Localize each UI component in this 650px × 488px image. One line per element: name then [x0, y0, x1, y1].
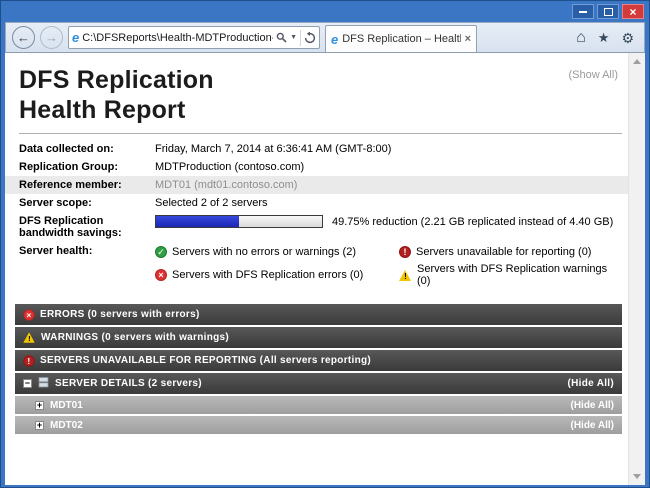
unavailable-icon: ! — [399, 246, 411, 258]
minimize-icon — [579, 11, 587, 13]
section-title: ERRORS (0 servers with errors) — [40, 309, 200, 320]
page-title: DFS ReplicationHealth Report — [19, 65, 618, 125]
address-bar[interactable]: e C:\DFSReports\Health-MDTProduction-07M… — [68, 26, 320, 49]
tab-close-button[interactable]: × — [465, 33, 471, 45]
field-row-replication-group: Replication Group: MDTProduction (contos… — [5, 158, 628, 176]
bandwidth-fill — [156, 216, 239, 227]
address-url[interactable]: C:\DFSReports\Health-MDTProduction-07M — [82, 32, 273, 44]
close-button[interactable]: × — [622, 4, 644, 19]
header-divider — [19, 133, 622, 134]
expand-icon[interactable]: + — [35, 401, 44, 410]
health-item-unavailable: ! Servers unavailable for reporting (0) — [399, 246, 622, 258]
collapse-icon[interactable]: − — [23, 379, 32, 388]
field-label: Replication Group: — [5, 161, 155, 173]
refresh-icon[interactable] — [304, 32, 316, 44]
section-title: SERVER DETAILS (2 servers) — [55, 378, 202, 389]
browser-window: × ← → e C:\DFSReports\Health-MDTProducti… — [0, 0, 650, 488]
maximize-button[interactable] — [597, 4, 619, 19]
field-value: Selected 2 of 2 servers — [155, 197, 628, 209]
health-text: Servers with DFS Replication errors (0) — [172, 269, 363, 281]
report-sections: × ERRORS (0 servers with errors) ! WARNI… — [15, 304, 622, 434]
field-row-bandwidth: DFS Replication bandwidth savings: 49.75… — [5, 212, 628, 242]
expand-icon[interactable]: + — [35, 421, 44, 430]
field-row-reference-member: Reference member: MDT01 (mdt01.contoso.c… — [5, 176, 628, 194]
field-row-server-health: Server health: ✓ Servers with no errors … — [5, 242, 628, 290]
section-title: WARNINGS (0 servers with warnings) — [41, 332, 229, 343]
hide-all-link[interactable]: (Hide All) — [570, 420, 614, 431]
report-header: DFS ReplicationHealth Report (Show All) — [5, 53, 628, 125]
health-text: Servers with no errors or warnings (2) — [172, 246, 356, 258]
hide-all-link[interactable]: (Hide All) — [567, 378, 614, 389]
field-label: Reference member: — [5, 179, 155, 191]
health-grid: ✓ Servers with no errors or warnings (2)… — [155, 245, 628, 287]
navigation-bar: ← → e C:\DFSReports\Health-MDTProduction… — [5, 22, 645, 53]
error-icon: × — [155, 269, 167, 281]
scroll-up-button[interactable] — [633, 53, 641, 70]
server-name: MDT01 — [50, 400, 83, 411]
minimize-button[interactable] — [572, 4, 594, 19]
back-button[interactable]: ← — [12, 26, 35, 49]
health-text: Servers unavailable for reporting (0) — [416, 246, 591, 258]
back-icon: ← — [17, 30, 30, 45]
tab-favicon: e — [331, 33, 338, 46]
field-label: DFS Replication bandwidth savings: — [5, 215, 155, 239]
favorites-button[interactable]: ★ — [598, 31, 610, 44]
bandwidth-text: 49.75% reduction (2.21 GB replicated ins… — [332, 216, 613, 228]
browser-tab[interactable]: e DFS Replication – Health Re... × — [325, 25, 477, 52]
warning-icon: ! — [399, 270, 412, 281]
field-row-server-scope: Server scope: Selected 2 of 2 servers — [5, 194, 628, 212]
scroll-down-icon — [633, 474, 641, 479]
hide-all-link[interactable]: (Hide All) — [570, 400, 614, 411]
field-value: MDT01 (mdt01.contoso.com) — [155, 179, 628, 191]
field-row-data-collected: Data collected on: Friday, March 7, 2014… — [5, 140, 628, 158]
section-bar-unavailable[interactable]: ! SERVERS UNAVAILABLE FOR REPORTING (All… — [15, 350, 622, 371]
scroll-up-icon — [633, 59, 641, 64]
close-icon: × — [629, 6, 636, 18]
server-icon — [38, 377, 49, 391]
page-icon: e — [72, 31, 79, 44]
field-label: Server scope: — [5, 197, 155, 209]
ok-icon: ✓ — [155, 246, 167, 258]
titlebar[interactable]: × — [5, 1, 645, 22]
address-dropdown-icon[interactable]: ▼ — [290, 34, 297, 41]
warning-icon: ! — [23, 332, 35, 342]
field-value: Friday, March 7, 2014 at 6:36:41 AM (GMT… — [155, 143, 628, 155]
server-row-mdt01[interactable]: + MDT01 (Hide All) — [15, 396, 622, 414]
forward-icon: → — [45, 30, 58, 45]
server-name: MDT02 — [50, 420, 83, 431]
server-row-mdt02[interactable]: + MDT02 (Hide All) — [15, 416, 622, 434]
tab-title: DFS Replication – Health Re... — [342, 33, 460, 45]
scroll-down-button[interactable] — [633, 468, 641, 485]
error-icon: × — [23, 309, 34, 320]
bandwidth-bar — [155, 215, 323, 228]
section-bar-server-details[interactable]: − SERVER DETAILS (2 servers) (Hide All) — [15, 373, 622, 394]
forward-button[interactable]: → — [40, 26, 63, 49]
tools-button[interactable]: ⚙ — [621, 31, 634, 45]
address-separator — [300, 30, 301, 46]
show-all-link[interactable]: (Show All) — [568, 69, 618, 81]
page-content: DFS ReplicationHealth Report (Show All) … — [5, 53, 645, 485]
home-button[interactable]: ⌂ — [576, 30, 586, 46]
field-value: MDTProduction (contoso.com) — [155, 161, 628, 173]
bandwidth-value: 49.75% reduction (2.21 GB replicated ins… — [155, 215, 628, 228]
search-icon[interactable] — [276, 32, 287, 43]
section-title: SERVERS UNAVAILABLE FOR REPORTING (All s… — [40, 355, 371, 366]
field-label: Server health: — [5, 245, 155, 257]
section-bar-warnings[interactable]: ! WARNINGS (0 servers with warnings) — [15, 327, 622, 348]
health-text: Servers with DFS Replication warnings (0… — [417, 263, 622, 287]
browser-controls: ⌂ ★ ⚙ — [576, 30, 638, 46]
health-item-warning: ! Servers with DFS Replication warnings … — [399, 263, 622, 287]
field-label: Data collected on: — [5, 143, 155, 155]
health-item-error: × Servers with DFS Replication errors (0… — [155, 263, 393, 287]
section-bar-errors[interactable]: × ERRORS (0 servers with errors) — [15, 304, 622, 325]
vertical-scrollbar[interactable] — [628, 53, 645, 485]
health-item-ok: ✓ Servers with no errors or warnings (2) — [155, 246, 393, 258]
unavailable-icon: ! — [23, 355, 34, 366]
maximize-icon — [604, 8, 613, 16]
report-page: DFS ReplicationHealth Report (Show All) … — [5, 53, 628, 485]
